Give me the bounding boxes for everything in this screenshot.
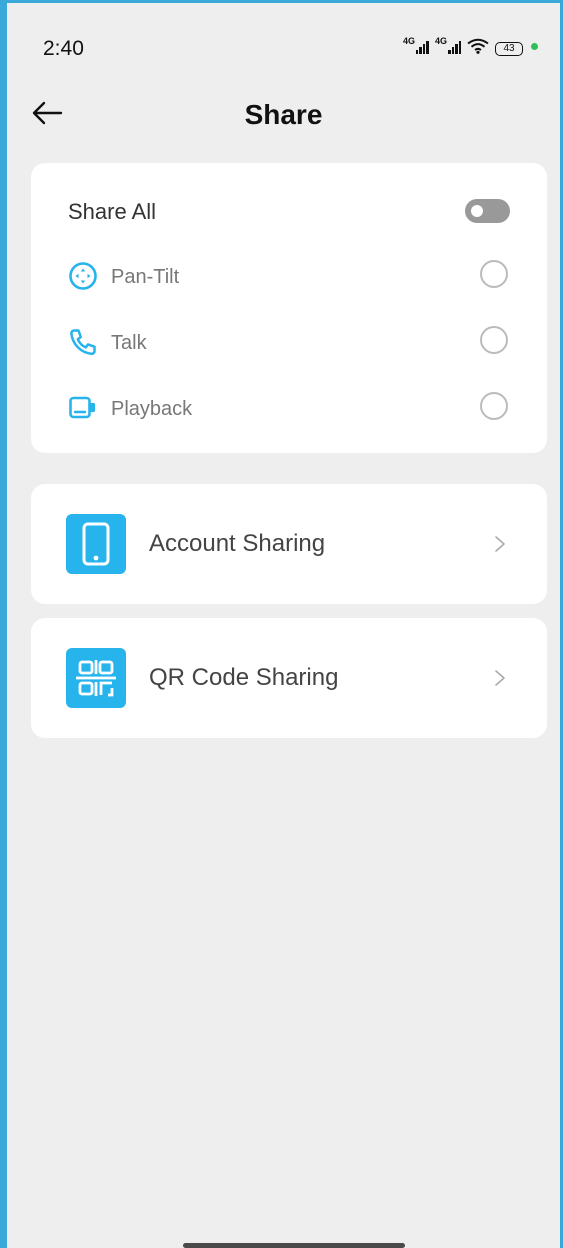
battery-icon: 43 [495, 42, 523, 56]
status-icons: 4G 4G 43 [403, 37, 538, 56]
qr-code-icon [66, 648, 126, 708]
permission-label: Playback [111, 398, 193, 420]
share-all-label: Share All [68, 199, 157, 224]
cellular-signal-icon: 4G [435, 37, 461, 54]
smartphone-icon [66, 514, 126, 574]
permissions-card: Share All Pan-Tilt Talk Playback [31, 163, 547, 453]
permission-radio[interactable] [480, 260, 508, 288]
header: Share [7, 91, 560, 135]
chevron-right-icon [495, 536, 505, 552]
wifi-icon [467, 38, 489, 54]
permission-label: Talk [111, 332, 147, 354]
qr-code-sharing-label: QR Code Sharing [149, 664, 339, 691]
pan-tilt-icon [69, 262, 97, 290]
battery-level: 43 [503, 43, 515, 54]
permission-label: Pan-Tilt [111, 266, 180, 288]
permission-row-playback[interactable]: Playback [68, 390, 510, 426]
playback-icon [69, 396, 95, 419]
account-sharing-option[interactable]: Account Sharing [31, 484, 547, 604]
permission-radio[interactable] [480, 392, 508, 420]
network-type-label: 4G [402, 36, 415, 46]
qr-code-sharing-option[interactable]: QR Code Sharing [31, 618, 547, 738]
share-all-toggle[interactable] [465, 199, 510, 223]
cellular-signal-icon: 4G [403, 37, 429, 54]
status-time: 2:40 [43, 37, 84, 60]
permission-row-talk[interactable]: Talk [68, 324, 510, 360]
chevron-right-icon [495, 670, 505, 686]
charging-dot [531, 43, 538, 50]
permission-row-pan-tilt[interactable]: Pan-Tilt [68, 258, 510, 294]
phone-icon [70, 329, 96, 356]
status-bar: 2:40 4G 4G 43 [7, 3, 560, 93]
page-title: Share [244, 99, 323, 130]
app-screen: 2:40 4G 4G 43 Share Share All Pan-Tilt T… [0, 0, 563, 1248]
account-sharing-label: Account Sharing [149, 530, 326, 557]
home-indicator[interactable] [183, 1243, 405, 1248]
toggle-knob [471, 205, 483, 217]
network-type-label: 4G [434, 36, 447, 46]
permission-radio[interactable] [480, 326, 508, 354]
